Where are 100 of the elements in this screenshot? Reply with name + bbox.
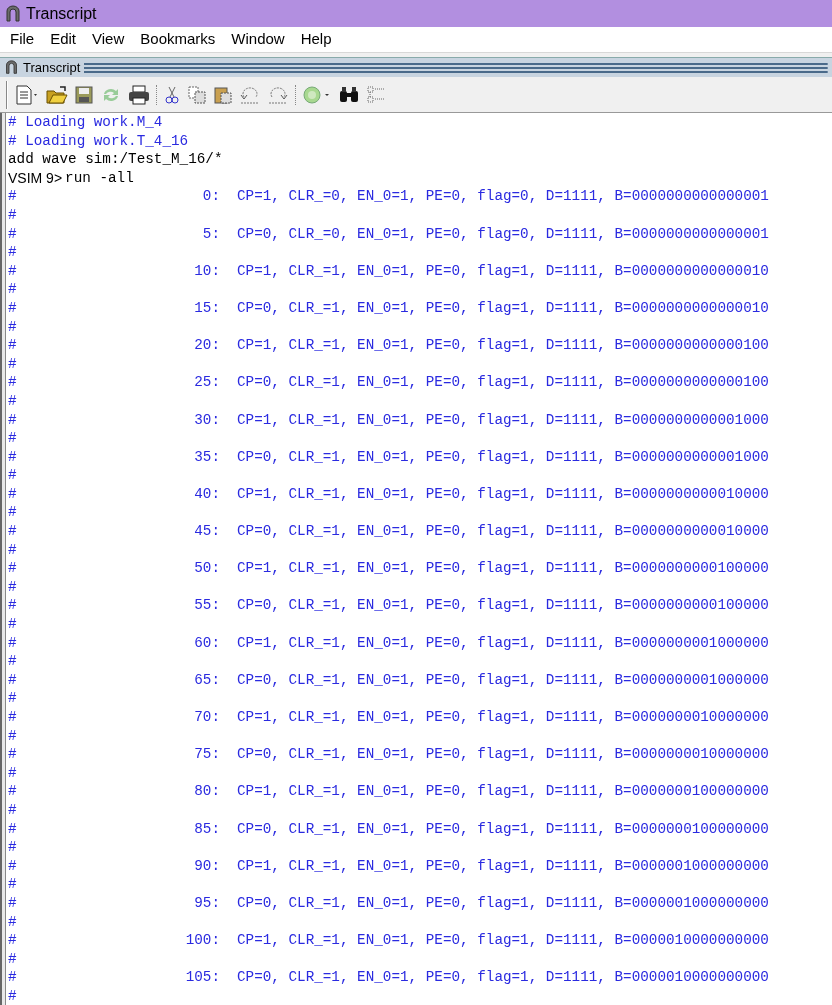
time-label: 35: bbox=[194, 447, 220, 467]
hash-mark: # bbox=[8, 187, 18, 206]
signal-values: CP=1, CLR_=1, EN_0=1, PE=0, flag=1, D=1111, B=0000010000000000 bbox=[237, 931, 769, 950]
hash-mark: # bbox=[8, 856, 18, 876]
print-icon[interactable] bbox=[128, 84, 150, 105]
hash-mark: # bbox=[8, 726, 17, 746]
menu-item[interactable]: Window bbox=[223, 28, 293, 51]
prompt-label: VSIM 9> bbox=[8, 168, 63, 188]
time-label: 30: bbox=[194, 410, 220, 430]
cut-icon[interactable] bbox=[163, 84, 181, 105]
hash-mark: # bbox=[8, 559, 18, 578]
hash-mark: # bbox=[8, 224, 18, 244]
hash-mark: # bbox=[8, 410, 18, 430]
hash-mark: # bbox=[8, 429, 17, 448]
undo-icon[interactable] bbox=[239, 84, 261, 105]
hash-mark: # bbox=[8, 689, 17, 708]
hash-mark: # bbox=[8, 670, 18, 690]
signal-values: CP=1, CLR_=1, EN_0=1, PE=0, flag=1, D=1111, B=0000000001000000 bbox=[237, 633, 769, 653]
hash-mark: # bbox=[8, 336, 18, 355]
time-label: 90: bbox=[194, 856, 220, 876]
hash-mark: # bbox=[8, 447, 18, 467]
signal-values: CP=0, CLR_=1, EN_0=1, PE=0, flag=1, D=1111, B=0000000001000000 bbox=[237, 670, 769, 690]
new-file-icon[interactable] bbox=[14, 84, 40, 105]
signal-values: CP=1, CLR_=1, EN_0=1, PE=0, flag=1, D=1111, B=0000000000000010 bbox=[237, 261, 769, 281]
menu-item[interactable]: Edit bbox=[42, 28, 85, 51]
hash-mark: # bbox=[8, 484, 18, 504]
time-label: 15: bbox=[194, 298, 220, 318]
hash-mark: # bbox=[8, 261, 18, 281]
hash-mark: # bbox=[8, 968, 18, 987]
menu-item[interactable]: View bbox=[84, 28, 133, 51]
signal-values: CP=0, CLR_=1, EN_0=1, PE=0, flag=1, D=1111, B=0000000100000000 bbox=[237, 819, 769, 839]
hash-mark: # bbox=[8, 875, 17, 894]
time-label: 60: bbox=[194, 633, 220, 653]
hash-mark: # bbox=[8, 466, 17, 485]
hash-mark: # bbox=[8, 522, 18, 541]
hash-mark: # bbox=[8, 298, 18, 318]
time-label: 80: bbox=[194, 782, 220, 801]
binoculars-icon[interactable] bbox=[338, 84, 360, 105]
signal-values: CP=0, CLR_=1, EN_0=1, PE=0, flag=1, D=1111, B=0000010000000000 bbox=[237, 968, 769, 987]
hash-mark: # bbox=[8, 354, 17, 374]
signal-values: CP=0, CLR_=1, EN_0=1, PE=0, flag=1, D=1111, B=0000001000000000 bbox=[237, 893, 769, 913]
time-label: 50: bbox=[194, 559, 220, 578]
menu-item[interactable]: Help bbox=[292, 28, 340, 51]
signal-values: CP=0, CLR_=1, EN_0=1, PE=0, flag=1, D=1111, B=0000000000000010 bbox=[237, 298, 769, 318]
hash-mark: # bbox=[8, 615, 17, 634]
hash-mark: # bbox=[8, 893, 18, 913]
hash-mark: # bbox=[8, 986, 17, 1005]
signal-values: CP=1, CLR_=1, EN_0=1, PE=0, flag=1, D=1111, B=0000000010000000 bbox=[237, 708, 769, 727]
hash-mark: # bbox=[8, 633, 18, 653]
hash-mark: # bbox=[8, 243, 17, 262]
time-label: 70: bbox=[194, 708, 220, 727]
hash-mark: # bbox=[8, 931, 18, 950]
hash-mark: # bbox=[8, 205, 17, 225]
signal-values: CP=0, CLR_=1, EN_0=1, PE=0, flag=1, D=1111, B=0000000010000000 bbox=[237, 745, 769, 764]
hash-mark: # bbox=[8, 912, 17, 932]
signal-values: CP=1, CLR_=1, EN_0=1, PE=0, flag=1, D=1111, B=0000000000100000 bbox=[237, 559, 769, 578]
menu-item[interactable]: Bookmarks bbox=[132, 28, 224, 51]
panel-title: Transcript bbox=[23, 58, 81, 77]
time-label: 25: bbox=[194, 373, 220, 392]
time-label: 10: bbox=[194, 261, 220, 281]
hash-mark: # bbox=[8, 782, 18, 801]
signal-values: CP=0, CLR_=1, EN_0=1, PE=0, flag=1, D=1111, B=0000000000001000 bbox=[237, 447, 769, 467]
hash-mark: # bbox=[8, 745, 18, 764]
menu-item[interactable]: File bbox=[2, 28, 43, 51]
hash-mark: # bbox=[8, 652, 17, 671]
hash-mark: # bbox=[8, 503, 17, 523]
hash-mark: # bbox=[8, 708, 18, 727]
signal-values: CP=0, CLR_=1, EN_0=1, PE=0, flag=1, D=1111, B=0000000000100000 bbox=[237, 596, 769, 616]
signal-values: CP=1, CLR_=1, EN_0=1, PE=0, flag=1, D=1111, B=0000001000000000 bbox=[237, 856, 769, 876]
disc-icon[interactable] bbox=[302, 84, 332, 105]
hash-mark: # bbox=[8, 800, 17, 820]
time-label: 85: bbox=[194, 819, 220, 839]
hash-mark: # bbox=[8, 596, 18, 616]
hash-mark: # bbox=[8, 838, 17, 857]
time-label: 45: bbox=[194, 522, 220, 541]
save-icon[interactable] bbox=[74, 84, 94, 105]
time-label: 40: bbox=[194, 484, 220, 504]
time-label: 105: bbox=[185, 968, 220, 987]
time-label: 55: bbox=[194, 596, 220, 616]
app-icon bbox=[4, 4, 22, 23]
signal-values: CP=0, CLR_=1, EN_0=1, PE=0, flag=1, D=1111, B=0000000000000100 bbox=[237, 373, 769, 392]
time-label: 5: bbox=[202, 224, 220, 244]
hash-mark: # bbox=[8, 391, 17, 411]
signal-values: CP=1, CLR_=0, EN_0=1, PE=0, flag=0, D=1111, B=0000000000000001 bbox=[237, 187, 769, 206]
time-label: 20: bbox=[194, 336, 220, 355]
signal-values: CP=1, CLR_=1, EN_0=1, PE=0, flag=1, D=1111, B=0000000000000100 bbox=[237, 336, 769, 355]
hash-mark: # bbox=[8, 949, 17, 969]
signal-values: CP=0, CLR_=0, EN_0=1, PE=0, flag=0, D=1111, B=0000000000000001 bbox=[237, 224, 769, 244]
redo-icon[interactable] bbox=[267, 84, 289, 105]
hash-mark: # bbox=[8, 577, 17, 597]
hash-mark: # bbox=[8, 540, 17, 560]
open-folder-icon[interactable] bbox=[46, 84, 68, 105]
tree-icon[interactable] bbox=[366, 84, 386, 105]
window-title: Transcript bbox=[26, 3, 97, 24]
time-label: 65: bbox=[194, 670, 220, 690]
hash-mark: # bbox=[8, 819, 18, 839]
console-line: # Loading work.T_4_16 bbox=[8, 131, 189, 151]
copy-icon[interactable] bbox=[187, 84, 207, 105]
time-label: 95: bbox=[194, 893, 220, 913]
paste-icon[interactable] bbox=[213, 84, 233, 105]
